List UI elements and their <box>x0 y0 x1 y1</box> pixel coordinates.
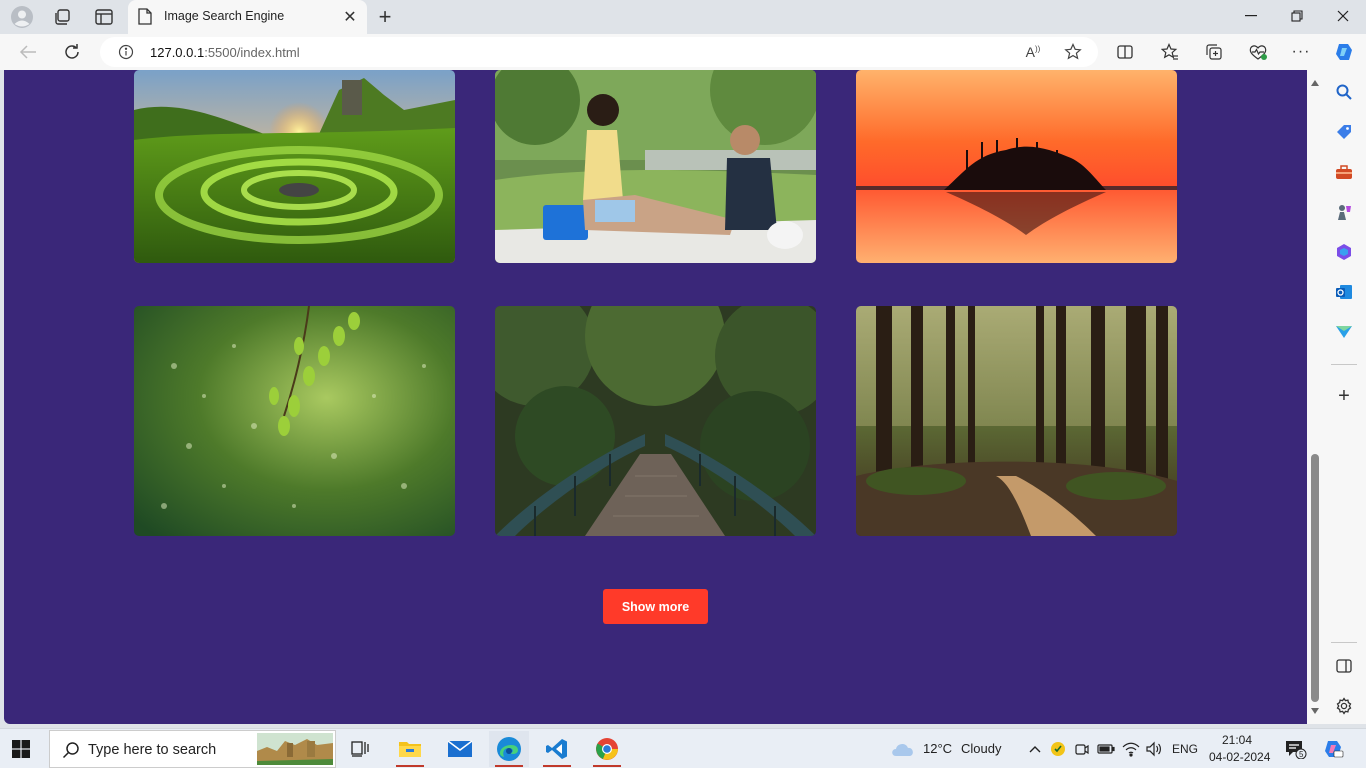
language-indicator[interactable]: ENG <box>1172 742 1198 756</box>
windows-taskbar: Type here to search 12°C Cloudy ENG 21:0… <box>0 728 1366 768</box>
browser-toolbar: 127.0.0.1:5500/index.html A)) ··· <box>0 34 1366 70</box>
vscode-icon[interactable] <box>537 731 577 767</box>
profile-icon[interactable] <box>4 4 40 30</box>
search-icon[interactable] <box>1334 82 1354 102</box>
sidebar-settings-icon[interactable] <box>1334 696 1354 716</box>
restore-button[interactable] <box>1274 0 1320 32</box>
games-icon[interactable] <box>1334 202 1354 222</box>
browser-titlebar: Image Search Engine ✕ + <box>0 0 1366 34</box>
outlook-icon[interactable] <box>1334 282 1354 302</box>
add-app-icon[interactable]: + <box>1334 385 1354 407</box>
url-text: 127.0.0.1:5500/index.html <box>150 45 300 60</box>
weather-temperature[interactable]: 12°C <box>923 741 952 756</box>
browser-essentials-icon[interactable] <box>1242 38 1274 66</box>
meet-now-icon[interactable] <box>1073 740 1091 758</box>
taskbar-search-box[interactable]: Type here to search <box>49 730 336 768</box>
back-button[interactable] <box>12 38 44 66</box>
search-highlight-image <box>257 733 333 768</box>
minimize-button[interactable] <box>1228 0 1274 32</box>
weather-cloud-icon[interactable] <box>890 740 916 758</box>
close-window-button[interactable] <box>1320 0 1366 32</box>
image-green-hills-sunset[interactable] <box>134 70 455 263</box>
image-forest-path[interactable] <box>856 306 1177 536</box>
clock-date[interactable]: 04-02-2024 <box>1209 750 1270 764</box>
notifications-icon[interactable]: 5 <box>1285 740 1307 759</box>
antivirus-icon[interactable] <box>1049 740 1067 758</box>
site-info-icon[interactable] <box>118 44 134 65</box>
show-more-button[interactable]: Show more <box>603 589 708 624</box>
tab-title: Image Search Engine <box>164 9 285 23</box>
task-view-icon[interactable] <box>340 731 380 767</box>
image-couple-picnic[interactable] <box>495 70 816 263</box>
edge-sidebar: + <box>1323 70 1366 724</box>
mail-icon[interactable] <box>440 731 480 767</box>
sidebar-separator-bottom <box>1331 642 1357 643</box>
battery-icon[interactable] <box>1097 740 1115 758</box>
file-explorer-icon[interactable] <box>390 731 430 767</box>
scroll-thumb[interactable] <box>1311 454 1319 702</box>
tab-image-search-engine[interactable]: Image Search Engine ✕ <box>128 0 367 34</box>
address-bar[interactable]: 127.0.0.1:5500/index.html A)) <box>100 37 1098 67</box>
volume-icon[interactable] <box>1145 740 1163 758</box>
tab-actions-icon[interactable] <box>86 4 122 30</box>
search-placeholder: Type here to search <box>88 742 217 758</box>
copilot-icon[interactable] <box>1328 38 1360 66</box>
new-tab-button[interactable]: + <box>372 4 398 29</box>
favorites-icon[interactable] <box>1154 38 1186 66</box>
send-drop-icon[interactable] <box>1334 322 1354 342</box>
scroll-up-arrow[interactable] <box>1311 80 1319 86</box>
image-green-leaves-bokeh[interactable] <box>134 306 455 536</box>
show-hidden-icons-chevron-icon[interactable] <box>1026 740 1044 758</box>
sidebar-separator <box>1331 364 1357 365</box>
search-icon <box>62 741 80 764</box>
refresh-button[interactable] <box>56 38 88 66</box>
scroll-down-arrow[interactable] <box>1311 708 1319 714</box>
windows-start-icon[interactable] <box>10 738 32 760</box>
hide-sidebar-icon[interactable] <box>1334 656 1354 676</box>
copilot-taskbar-icon[interactable] <box>1322 740 1344 758</box>
image-forest-bridge[interactable] <box>495 306 816 536</box>
wifi-icon[interactable] <box>1122 740 1140 758</box>
workspaces-icon[interactable] <box>44 4 80 30</box>
read-aloud-icon[interactable]: A)) <box>1022 42 1044 62</box>
page-icon <box>138 8 152 30</box>
weather-description[interactable]: Cloudy <box>961 741 1001 756</box>
page-content: Show more <box>4 70 1307 724</box>
split-screen-icon[interactable] <box>1109 38 1141 66</box>
favorite-star-icon[interactable] <box>1062 42 1084 62</box>
collections-icon[interactable] <box>1198 38 1230 66</box>
shopping-tag-icon[interactable] <box>1334 122 1354 142</box>
image-lake-sunset-island[interactable] <box>856 70 1177 263</box>
clock-time[interactable]: 21:04 <box>1222 733 1252 747</box>
tab-close-icon[interactable]: ✕ <box>341 8 359 26</box>
tools-toolbox-icon[interactable] <box>1334 162 1354 182</box>
notification-count: 5 <box>1299 750 1304 759</box>
edge-browser-icon[interactable] <box>489 731 529 767</box>
more-options-icon[interactable]: ··· <box>1285 38 1317 66</box>
chrome-icon[interactable] <box>587 731 627 767</box>
microsoft-365-icon[interactable] <box>1334 242 1354 262</box>
page-scrollbar[interactable] <box>1307 70 1323 724</box>
